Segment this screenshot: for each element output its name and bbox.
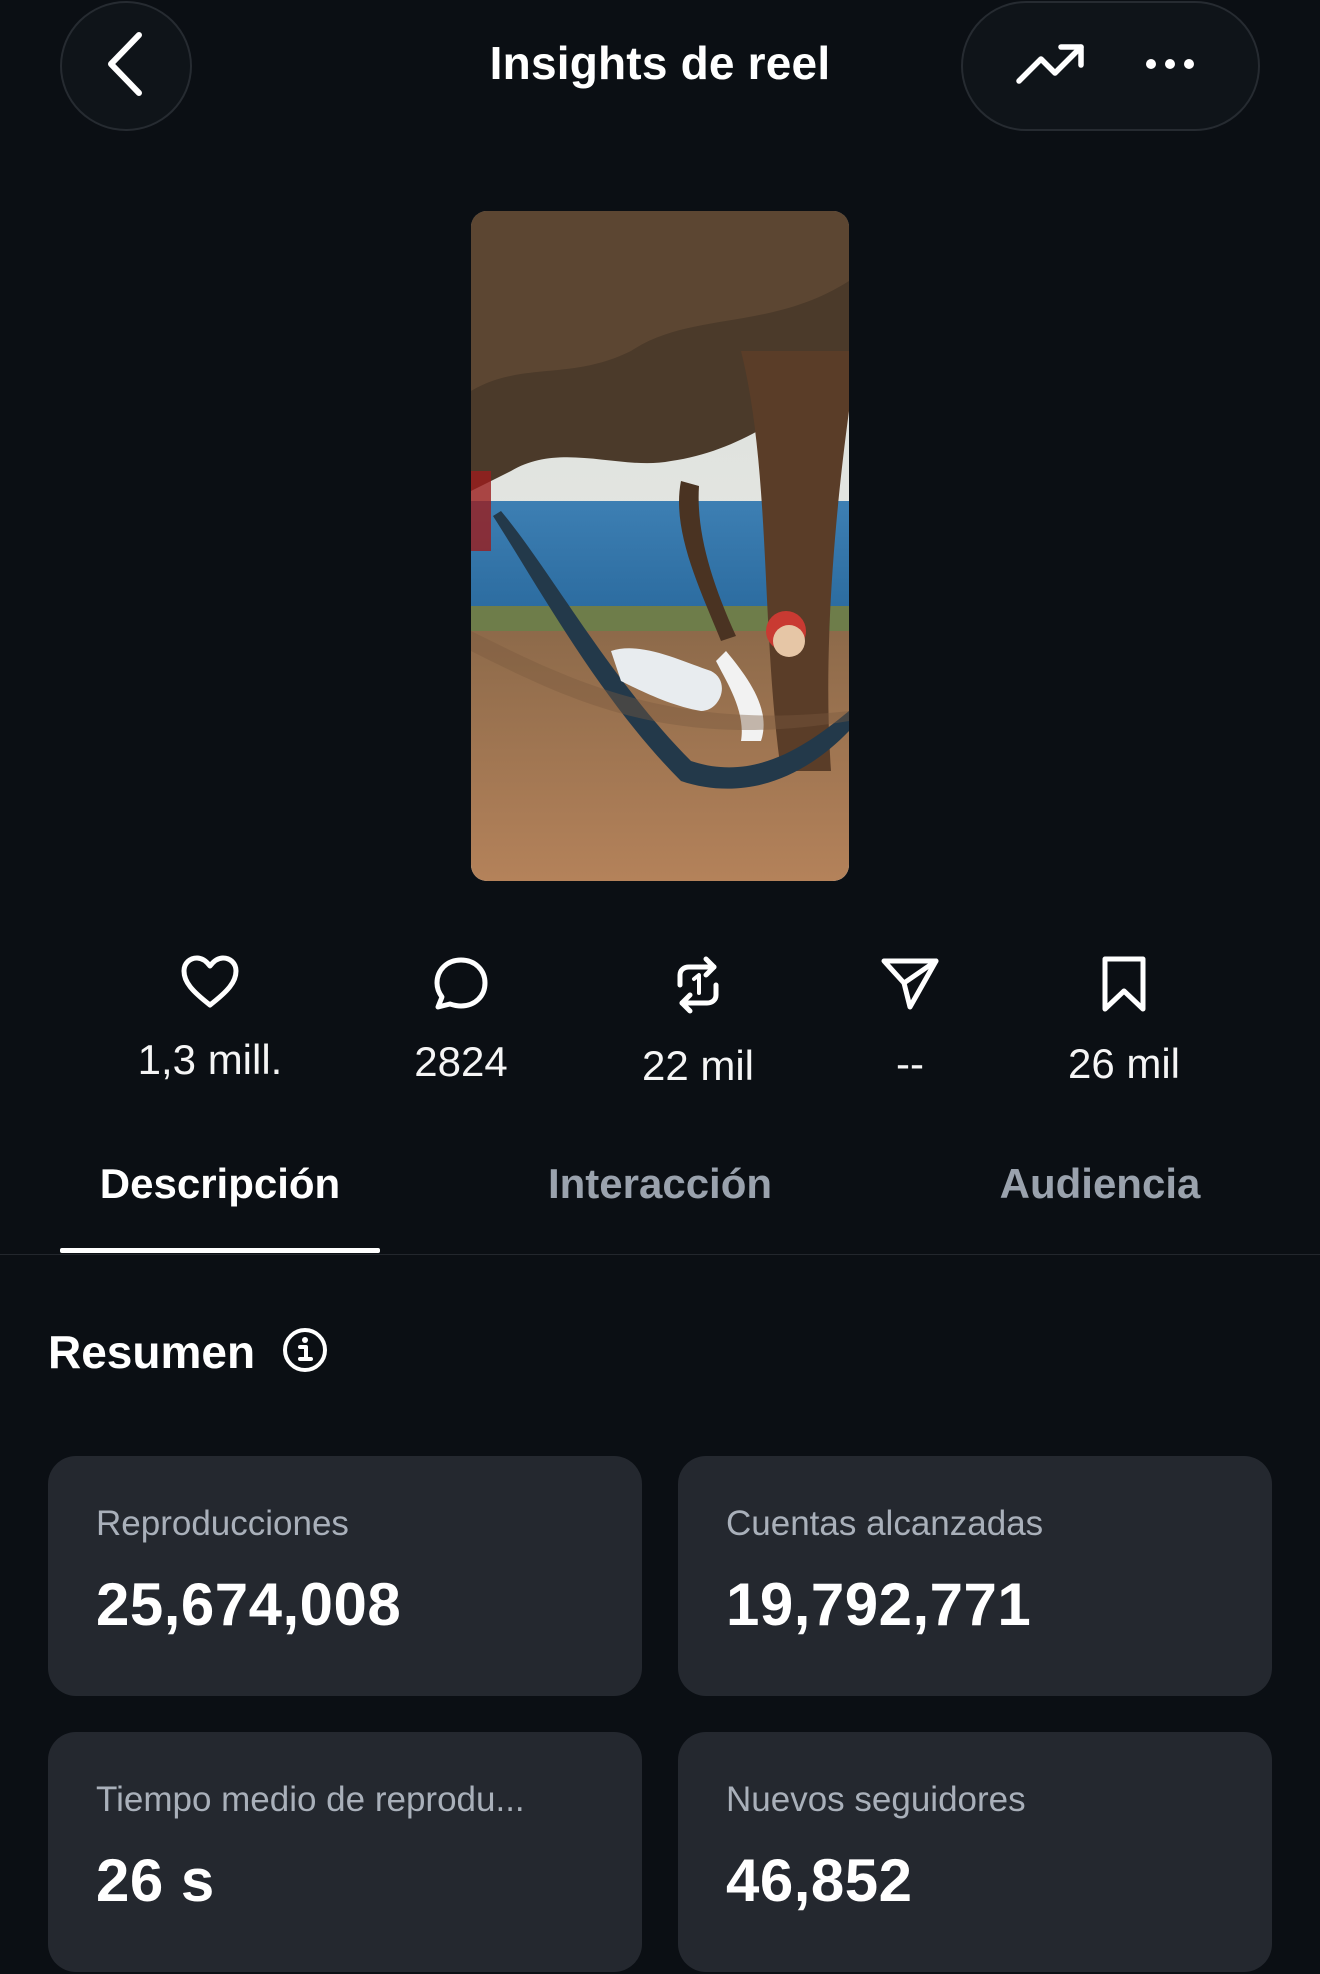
metric-value: 46,852 bbox=[726, 1847, 913, 1914]
tab-interaccion[interactable]: Interacción bbox=[548, 1160, 772, 1208]
summary-title: Resumen bbox=[48, 1326, 256, 1378]
bookmark-icon bbox=[1099, 955, 1149, 1018]
metric-card-nuevos-seguidores[interactable]: Nuevos seguidores 46,852 bbox=[678, 1732, 1272, 1972]
trend-button[interactable] bbox=[1011, 26, 1091, 106]
active-tab-indicator bbox=[60, 1248, 380, 1253]
reel-thumbnail[interactable] bbox=[471, 211, 849, 881]
header-actions bbox=[961, 1, 1260, 131]
engagement-stats: 1,3 mill. 2824 22 mil -- 26 mil bbox=[0, 955, 1320, 1095]
reel-thumbnail-image bbox=[471, 211, 849, 881]
comments-count: 2824 bbox=[414, 1038, 508, 1085]
send-icon bbox=[880, 955, 940, 1018]
tab-descripcion[interactable]: Descripción bbox=[100, 1160, 340, 1208]
metric-card-tiempo-medio[interactable]: Tiempo medio de reprodu... 26 s bbox=[48, 1732, 642, 1972]
reposts-count: 22 mil bbox=[641, 1042, 755, 1089]
metric-card-cuentas-alcanzadas[interactable]: Cuentas alcanzadas 19,792,771 bbox=[678, 1456, 1272, 1696]
heart-icon bbox=[180, 955, 240, 1014]
tab-audiencia[interactable]: Audiencia bbox=[1000, 1160, 1201, 1208]
saves-count: 26 mil bbox=[1067, 1040, 1181, 1087]
summary-header: Resumen bbox=[48, 1325, 329, 1379]
metric-label: Cuentas alcanzadas bbox=[726, 1504, 1044, 1543]
metric-value: 26 s bbox=[96, 1847, 215, 1914]
comment-icon bbox=[432, 955, 490, 1016]
insights-tabs: Descripción Interacción Audiencia bbox=[0, 1150, 1320, 1255]
likes-count: 1,3 mill. bbox=[137, 1036, 283, 1083]
shares-count: -- bbox=[896, 1040, 924, 1087]
metric-label: Reproducciones bbox=[96, 1504, 349, 1543]
metric-label: Nuevos seguidores bbox=[726, 1780, 1026, 1819]
metric-value: 25,674,008 bbox=[96, 1571, 402, 1638]
more-horizontal-icon bbox=[1145, 57, 1195, 75]
trending-up-icon bbox=[1015, 41, 1087, 92]
more-options-button[interactable] bbox=[1130, 26, 1210, 106]
reel-insights-screen: Insights de reel 1,3 mill. 2824 22 mil -… bbox=[0, 0, 1320, 1974]
info-icon[interactable] bbox=[281, 1326, 329, 1379]
stat-likes: 1,3 mill. bbox=[110, 955, 310, 1084]
stat-comments: 2824 bbox=[361, 955, 561, 1086]
metric-value: 19,792,771 bbox=[726, 1571, 1032, 1638]
stat-shares: -- bbox=[810, 955, 1010, 1088]
metric-label: Tiempo medio de reprodu... bbox=[96, 1780, 525, 1819]
stat-reposts: 22 mil bbox=[598, 955, 798, 1090]
metric-card-reproducciones[interactable]: Reproducciones 25,674,008 bbox=[48, 1456, 642, 1696]
stat-saves: 26 mil bbox=[1024, 955, 1224, 1088]
repost-icon bbox=[672, 955, 724, 1020]
